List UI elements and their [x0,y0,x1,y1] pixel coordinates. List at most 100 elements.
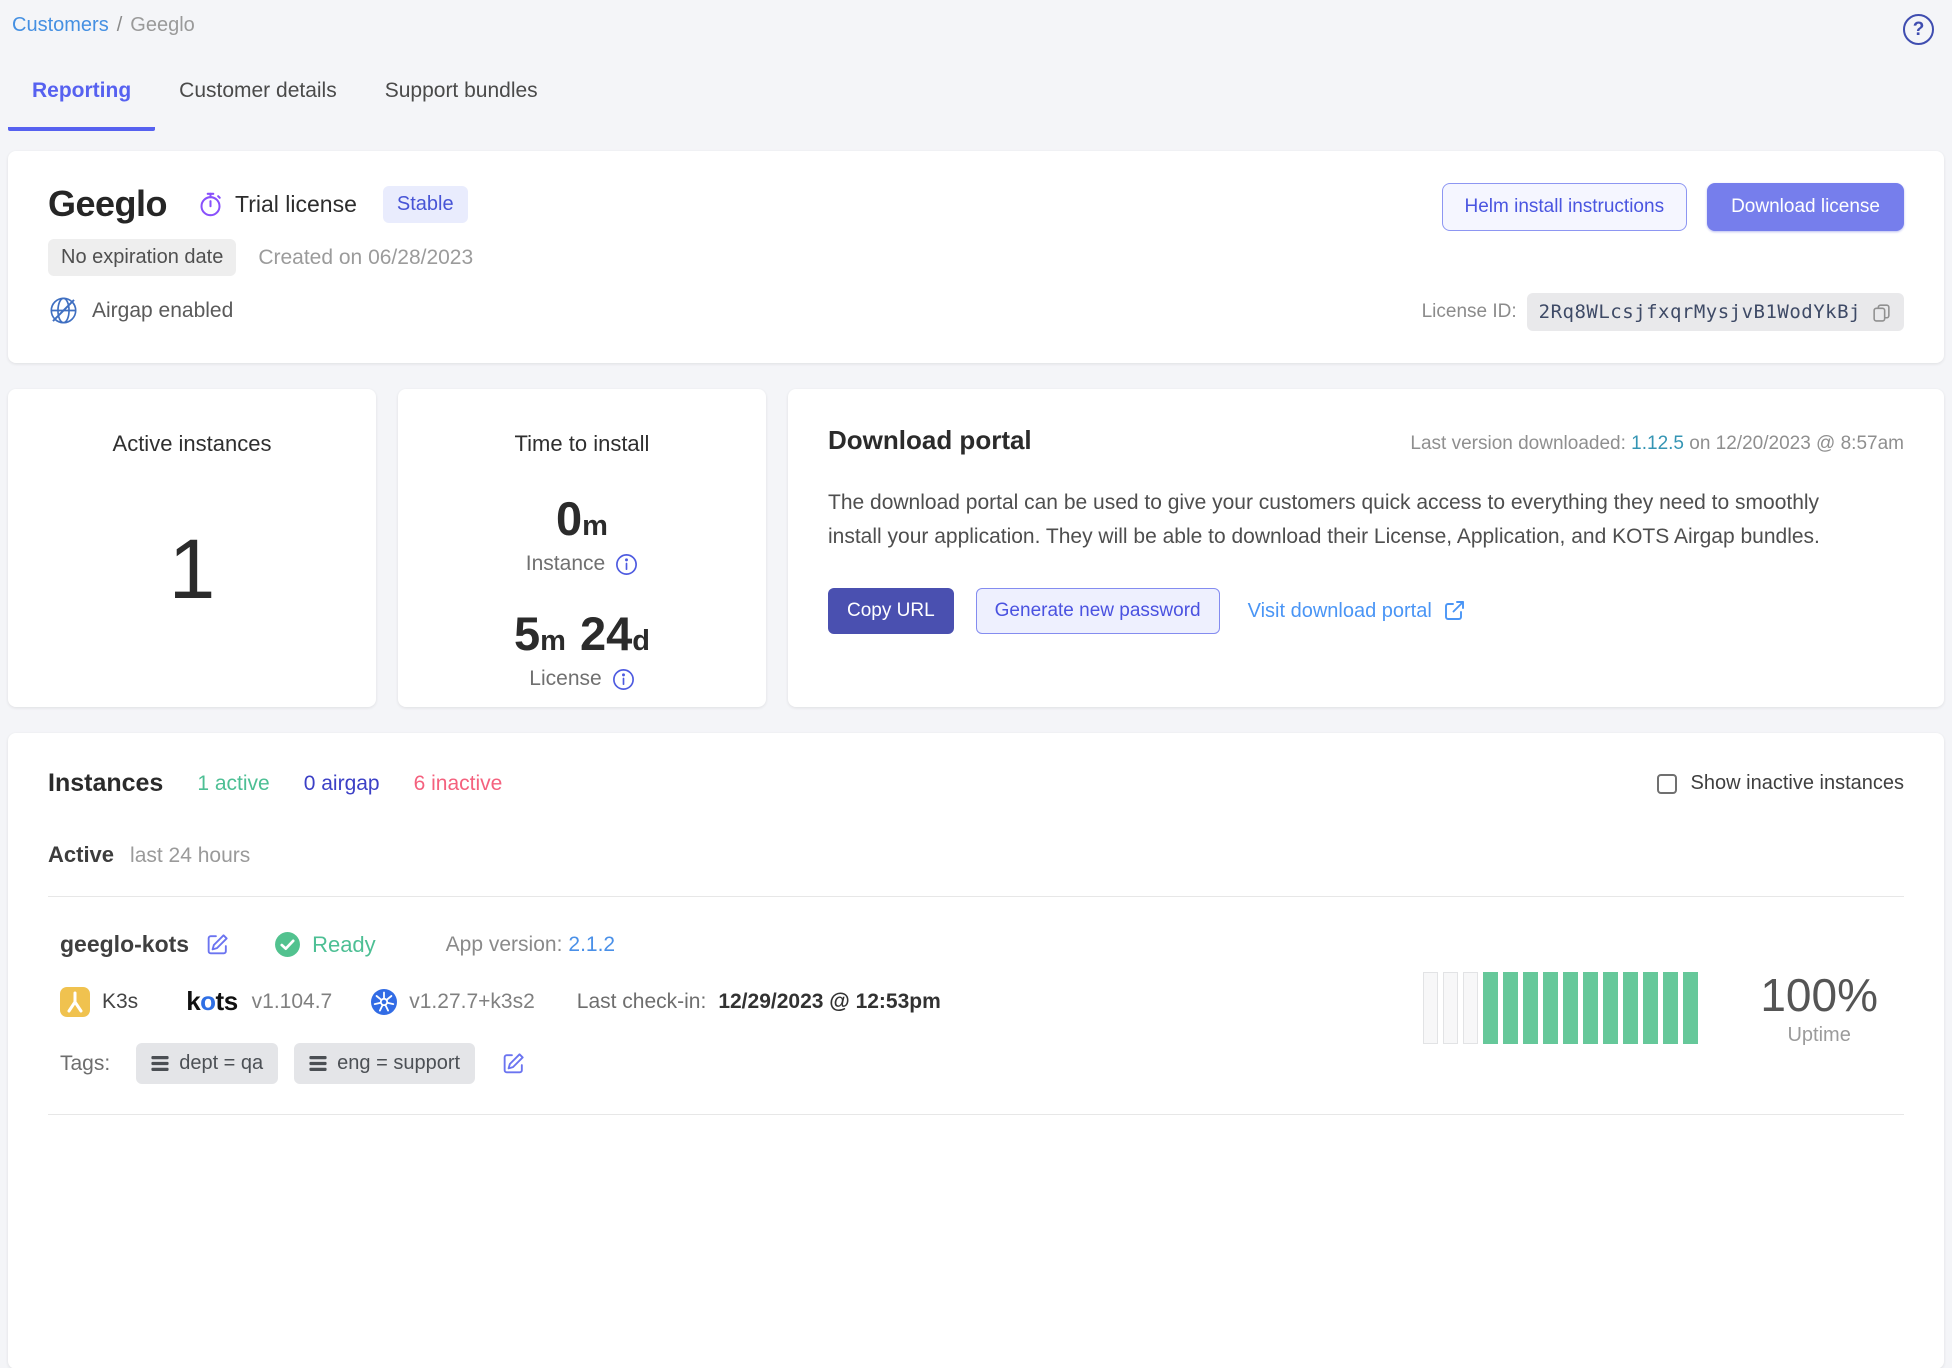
visit-download-portal-link[interactable]: Visit download portal [1248,599,1466,623]
last-version-date: on 12/20/2023 @ 8:57am [1684,433,1904,454]
customer-summary-card: Geeglo Trial license Stable No expiratio… [8,151,1944,363]
help-icon[interactable]: ? [1903,14,1934,45]
helm-install-instructions-button[interactable]: Helm install instructions [1442,183,1688,231]
customer-summary-right: Helm install instructions Download licen… [1422,183,1904,331]
license-id-row: License ID: 2Rq8WLcsjfxqrMysjvB1WodYkBj [1422,293,1904,331]
trial-timer-icon [197,191,224,218]
breadcrumb-customers-link[interactable]: Customers [12,14,109,36]
last-version-link[interactable]: 1.12.5 [1631,433,1684,454]
time-to-install-title: Time to install [515,431,650,457]
tag-list: dept = qa eng = support [136,1043,475,1084]
uptime-bar [1423,972,1438,1044]
active-section-sublabel: last 24 hours [130,844,250,868]
tab-customer-details[interactable]: Customer details [155,79,361,131]
stats-row: Active instances 1 Time to install 0 m In… [8,389,1944,707]
uptime-bar [1663,972,1678,1044]
tag-bars-icon [309,1056,327,1071]
external-link-icon [1442,599,1466,623]
customer-summary-left: Geeglo Trial license Stable No expiratio… [48,183,473,331]
instance-time-info-icon[interactable] [615,553,638,576]
kots-logo-ts: ts [216,986,238,1016]
tag-chip: eng = support [294,1043,475,1084]
license-id-chip: 2Rq8WLcsjfxqrMysjvB1WodYkBj [1527,293,1904,331]
last-version-downloaded: Last version downloaded: 1.12.5 on 12/20… [1410,433,1904,455]
license-time-info-icon[interactable] [612,668,635,691]
distribution: K3s [60,987,138,1017]
visit-download-portal-label: Visit download portal [1248,600,1432,623]
instance-status: Ready [274,931,376,958]
kots-logo: kots [186,986,237,1017]
instance-install-time-value: 0 [556,491,582,546]
tab-reporting[interactable]: Reporting [8,79,155,131]
copy-url-button[interactable]: Copy URL [828,588,954,634]
download-license-button[interactable]: Download license [1707,183,1904,231]
time-to-install-card: Time to install 0m Instance 5m 24d Licen… [398,389,766,707]
tag-bars-icon [151,1056,169,1071]
instance-status-label: Ready [312,932,376,958]
active-instances-card: Active instances 1 [8,389,376,707]
uptime-value: 100% [1760,968,1878,1022]
license-install-time-label: License [529,667,601,691]
tab-bar: Reporting Customer details Support bundl… [8,79,1944,131]
top-bar: Customers / Geeglo ? [8,14,1944,45]
ready-check-icon [274,931,301,958]
uptime-bar [1683,972,1698,1044]
license-install-time-value2: 24 [580,606,632,661]
uptime-bar [1463,972,1478,1044]
uptime-bar [1603,972,1618,1044]
show-inactive-label: Show inactive instances [1691,772,1904,795]
uptime-bar [1643,972,1658,1044]
copy-license-icon[interactable] [1871,302,1892,323]
kubernetes-icon [370,988,398,1016]
kubernetes-version: v1.27.7+k3s2 [409,990,535,1014]
uptime-bar [1583,972,1598,1044]
license-install-time-unit1: m [540,625,566,658]
uptime-bar [1543,972,1558,1044]
tab-support-bundles[interactable]: Support bundles [361,79,562,131]
instance-name: geeglo-kots [60,931,189,958]
license-id-value: 2Rq8WLcsjfxqrMysjvB1WodYkBj [1539,301,1861,323]
license-type-label: Trial license [235,191,357,218]
download-portal-card: Download portal Last version downloaded:… [788,389,1944,707]
uptime-bar [1503,972,1518,1044]
uptime-stat: 100% Uptime [1760,968,1878,1047]
download-portal-description: The download portal can be used to give … [828,486,1828,554]
show-inactive-checkbox[interactable] [1657,774,1677,794]
active-count: 1 active [197,772,269,796]
distribution-label: K3s [102,990,138,1014]
kubernetes-version-group: v1.27.7+k3s2 [370,988,535,1016]
app-version-link[interactable]: 2.1.2 [568,933,615,956]
expiration-badge: No expiration date [48,239,236,276]
airgap-enabled-label: Airgap enabled [92,299,233,323]
active-instances-value: 1 [169,457,216,707]
tags-label: Tags: [60,1052,110,1076]
uptime-section: 100% Uptime [1423,968,1878,1047]
uptime-chart [1423,972,1698,1044]
breadcrumb: Customers / Geeglo [12,14,195,37]
license-install-time-value1: 5 [514,606,540,661]
divider [48,1114,1904,1115]
instances-card: Instances 1 active 0 airgap 6 inactive S… [8,733,1944,1368]
edit-tags-icon[interactable] [501,1051,526,1076]
uptime-bar [1483,972,1498,1044]
uptime-bar [1623,972,1638,1044]
tag-chip: dept = qa [136,1043,278,1084]
edit-instance-name-icon[interactable] [205,932,230,957]
generate-new-password-button[interactable]: Generate new password [976,588,1220,634]
last-checkin-label: Last check-in: [577,990,707,1014]
breadcrumb-separator: / [117,14,123,36]
app-version-label: App version: [446,933,563,956]
customer-name: Geeglo [48,183,167,225]
k3s-icon [60,987,90,1017]
download-portal-title: Download portal [828,425,1032,456]
active-instances-title: Active instances [113,431,272,457]
airgap-count: 0 airgap [304,772,380,796]
uptime-bar [1523,972,1538,1044]
instance-install-time-label: Instance [526,552,605,576]
kots-logo-o: o [200,986,215,1016]
kots-logo-k: k [186,986,200,1016]
kots-version: v1.104.7 [252,990,333,1014]
app-version: App version:2.1.2 [446,933,615,957]
breadcrumb-current: Geeglo [130,14,195,36]
uptime-label: Uptime [1760,1024,1878,1047]
